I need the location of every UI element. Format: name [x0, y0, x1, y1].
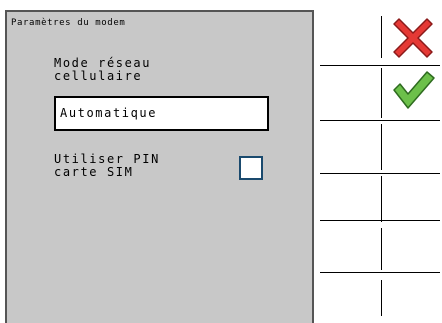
dialog-title: Paramètres du modem: [11, 18, 126, 28]
network-mode-label: Mode réseau cellulaire: [54, 56, 152, 83]
cancel-softkey[interactable]: [314, 14, 442, 64]
softkey-4[interactable]: [314, 174, 442, 224]
use-sim-pin-label: Utiliser PIN carte SIM: [54, 152, 160, 179]
confirm-check-icon: [390, 66, 436, 112]
cancel-x-icon: [390, 14, 436, 60]
softkey-5[interactable]: [314, 221, 442, 271]
softkey-panel: [314, 0, 442, 323]
softkey-3[interactable]: [314, 121, 442, 171]
network-mode-select[interactable]: Automatique: [54, 96, 269, 131]
confirm-softkey[interactable]: [314, 66, 442, 116]
softkey-6[interactable]: [314, 273, 442, 323]
modem-settings-dialog: Paramètres du modem Mode réseau cellulai…: [5, 10, 314, 323]
use-sim-pin-checkbox[interactable]: [239, 156, 263, 180]
